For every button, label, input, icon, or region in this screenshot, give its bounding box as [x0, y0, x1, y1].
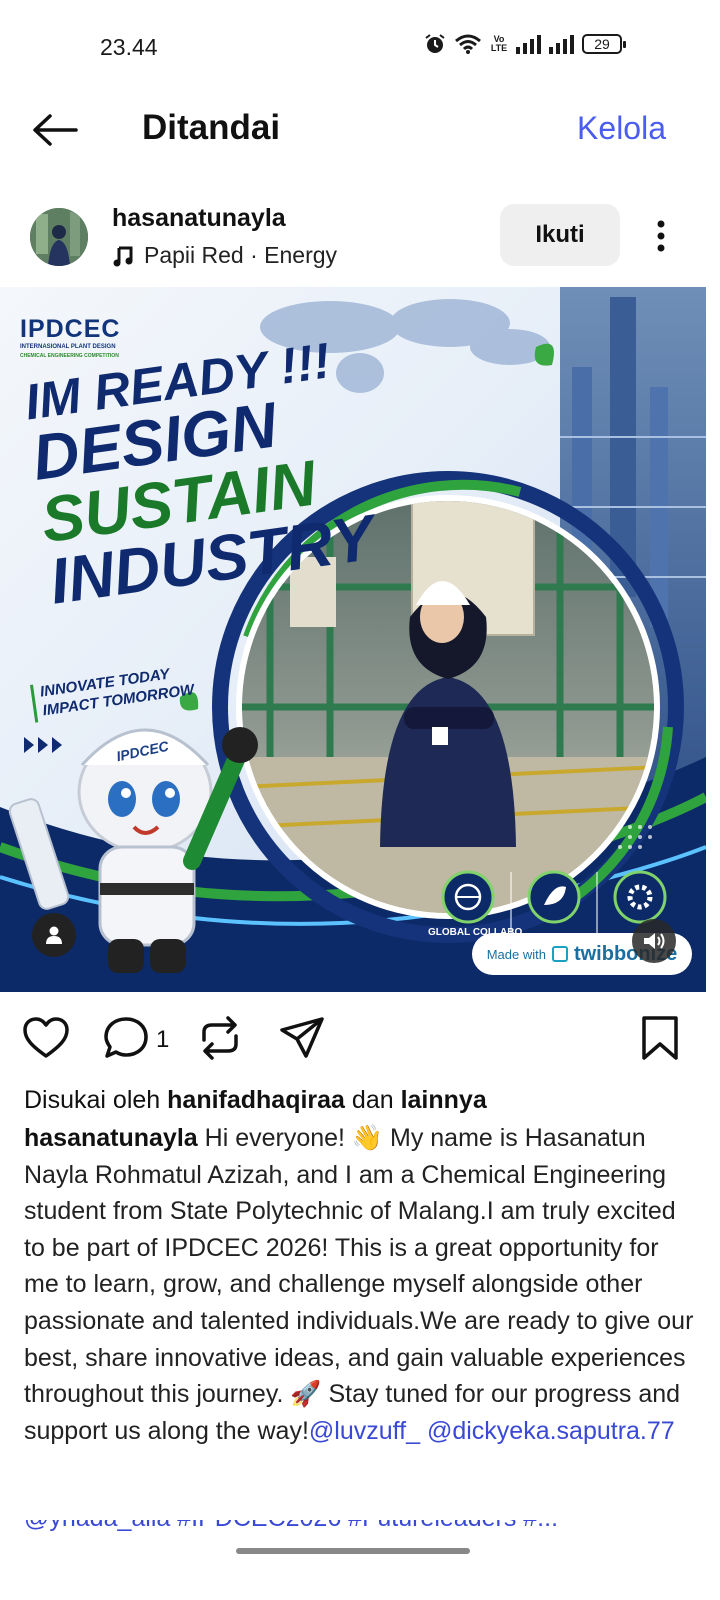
image-logo: IPDCEC	[20, 315, 121, 343]
twibbonize-logo-icon	[551, 946, 568, 962]
person-icon	[46, 926, 62, 944]
post-actions: 1	[0, 1008, 720, 1068]
image-logo-subtitle: INTERNASIONAL PLANT DESIGN	[20, 344, 116, 350]
battery-level: 29	[594, 36, 610, 52]
bookmark-icon[interactable]	[636, 1014, 684, 1062]
heart-icon[interactable]	[22, 1014, 70, 1062]
mention-link[interactable]: @luvzuff_	[309, 1417, 420, 1445]
sound-toggle-button[interactable]	[632, 919, 676, 963]
post-header: hasanatunayla Papii Red · Energy Ikuti	[0, 198, 720, 282]
more-options-icon[interactable]	[646, 216, 676, 256]
watermark-prefix: Made with	[486, 946, 546, 962]
send-icon[interactable]	[278, 1014, 326, 1062]
music-label: Papii Red · Energy	[144, 242, 338, 268]
home-indicator[interactable]	[236, 1548, 470, 1554]
caption-overflow-line: @ynada_alia #IPDCEC2026 #Futureleaders #…	[24, 1520, 704, 1534]
likes-prefix: Disukai oleh	[24, 1086, 168, 1114]
music-info[interactable]: Papii Red · Energy	[112, 242, 337, 269]
signal-icon	[516, 34, 541, 54]
status-time: 23.44	[100, 34, 158, 60]
caption-overflow-text: @ynada_alia #IPDCEC2026 #Futureleaders #…	[24, 1520, 704, 1533]
volte-label-bottom: LTE	[490, 43, 508, 53]
likes-others[interactable]: lainnya	[401, 1086, 487, 1114]
volte-icon: Vo LTE	[490, 35, 508, 53]
likes-middle: dan	[344, 1086, 401, 1114]
back-arrow-icon[interactable]	[30, 110, 80, 150]
avatar[interactable]	[30, 208, 88, 266]
status-bar: 23.44 Vo LTE 29	[0, 0, 720, 96]
post-image[interactable]: IPDCEC INTERNASIONAL PLANT DESIGN CHEMIC…	[0, 287, 706, 992]
caption-username[interactable]: hasanatunayla	[24, 1124, 198, 1152]
post-caption: hasanatunayla Hi everyone! 👋 My name is …	[24, 1120, 694, 1535]
likes-user[interactable]: hanifadhaqiraa	[167, 1086, 345, 1114]
caption-text: Hi everyone! 👋 My name is Hasanatun Nayl…	[24, 1124, 694, 1445]
post-username[interactable]: hasanatunayla	[112, 204, 286, 233]
manage-button[interactable]: Kelola	[577, 110, 666, 147]
mention-link[interactable]: @dickyeka.saputra.77	[427, 1417, 675, 1445]
top-app-bar: Ditandai Kelola	[0, 96, 720, 168]
speaker-icon	[644, 933, 665, 949]
status-icons: Vo LTE 29	[424, 33, 626, 55]
page-title: Ditandai	[142, 108, 281, 147]
image-headline: IM READY !!! DESIGN SUSTAIN INDUSTRY	[21, 332, 378, 618]
repost-icon[interactable]	[196, 1014, 244, 1062]
wifi-icon	[455, 34, 481, 54]
comment-count: 1	[156, 1026, 170, 1053]
signal-icon	[549, 34, 574, 54]
tagged-users-button[interactable]	[32, 913, 76, 957]
image-logo-subtitle-2: CHEMICAL ENGINEERING COMPETITION	[20, 353, 119, 359]
comment-icon[interactable]	[102, 1014, 150, 1062]
music-note-icon	[113, 246, 133, 266]
alarm-icon	[425, 34, 445, 53]
battery-icon: 29	[582, 34, 626, 54]
likes-summary[interactable]: Disukai oleh hanifadhaqiraa dan lainnya	[24, 1082, 704, 1118]
follow-button[interactable]: Ikuti	[500, 204, 620, 266]
